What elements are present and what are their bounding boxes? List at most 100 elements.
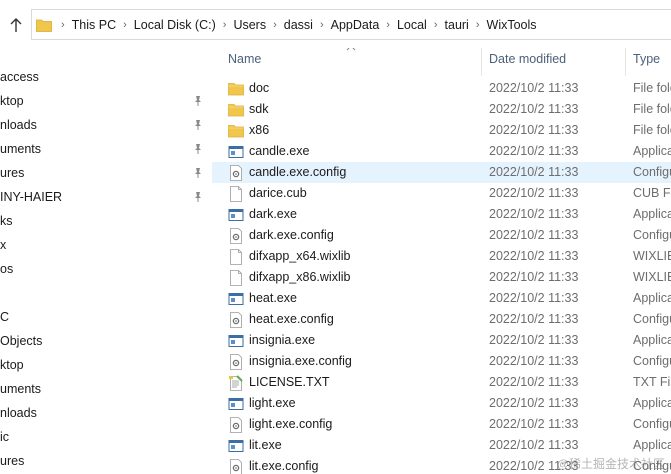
nav-item[interactable]: nloads xyxy=(0,114,37,136)
breadcrumb-chevron-icon[interactable]: › xyxy=(123,19,127,31)
nav-item-label: os xyxy=(0,262,14,276)
nav-item[interactable]: C xyxy=(0,306,9,328)
file-date-modified: 2022/10/2 11:33 xyxy=(489,102,579,116)
table-row[interactable]: light.exe.config 2022/10/2 11:33 Configu xyxy=(212,414,671,435)
column-date-modified[interactable]: Date modified xyxy=(489,52,566,66)
nav-item-label: x xyxy=(0,238,7,252)
breadcrumb-item[interactable]: This PC xyxy=(72,18,116,32)
nav-item[interactable]: Objects xyxy=(0,330,42,352)
file-type: Configu xyxy=(633,417,671,431)
breadcrumb-item[interactable]: Local xyxy=(397,18,427,32)
nav-item-label: ures xyxy=(0,166,25,180)
file-type: File fold xyxy=(633,102,671,116)
breadcrumb-item[interactable]: WixTools xyxy=(487,18,537,32)
nav-item[interactable]: uments xyxy=(0,138,41,160)
config-icon xyxy=(230,459,242,474)
nav-item-label: uments xyxy=(0,382,41,396)
breadcrumb-chevron-icon[interactable]: › xyxy=(476,19,480,31)
table-row[interactable]: dark.exe 2022/10/2 11:33 Applicat xyxy=(212,204,671,225)
file-date-modified: 2022/10/2 11:33 xyxy=(489,249,579,263)
nav-item-label: ures xyxy=(0,454,25,468)
table-row[interactable]: candle.exe 2022/10/2 11:33 Applicat xyxy=(212,141,671,162)
file-date-modified: 2022/10/2 11:33 xyxy=(489,270,579,284)
file-date-modified: 2022/10/2 11:33 xyxy=(489,417,579,431)
file-date-modified: 2022/10/2 11:33 xyxy=(489,291,579,305)
file-name: candle.exe xyxy=(249,144,310,158)
file-type: Applicat xyxy=(633,291,671,305)
address-bar[interactable]: › This PC › Local Disk (C:) › Users › dassi › App… xyxy=(31,9,671,40)
nav-item-label: nloads xyxy=(0,118,37,132)
up-button[interactable] xyxy=(6,14,26,36)
breadcrumb-chevron-icon[interactable]: › xyxy=(320,19,324,31)
nav-item[interactable]: ktop xyxy=(0,354,24,376)
table-row[interactable]: dark.exe.config 2022/10/2 11:33 Configu xyxy=(212,225,671,246)
nav-item[interactable]: ks xyxy=(0,210,13,232)
breadcrumb-item[interactable]: AppData xyxy=(331,18,380,32)
nav-item-label: access xyxy=(0,70,39,84)
column-type[interactable]: Type xyxy=(633,52,660,66)
exe-icon xyxy=(228,146,244,158)
exe-icon xyxy=(228,335,244,347)
breadcrumb-chevron-icon[interactable]: › xyxy=(386,19,390,31)
file-name: insignia.exe.config xyxy=(249,354,352,368)
file-name: heat.exe.config xyxy=(249,312,334,326)
nav-item[interactable]: ktop xyxy=(0,90,24,112)
file-name: darice.cub xyxy=(249,186,307,200)
config-icon xyxy=(230,354,242,370)
table-row[interactable]: darice.cub 2022/10/2 11:33 CUB File xyxy=(212,183,671,204)
breadcrumb-item[interactable]: Users xyxy=(233,18,266,32)
txt-icon xyxy=(229,375,243,391)
folder-icon xyxy=(36,19,52,32)
file-name: x86 xyxy=(249,123,270,137)
nav-item[interactable]: x xyxy=(0,234,6,256)
nav-item[interactable]: os xyxy=(0,258,13,280)
table-row[interactable]: heat.exe.config 2022/10/2 11:33 Configu xyxy=(212,309,671,330)
nav-item[interactable]: INY-HAIER xyxy=(0,186,62,208)
nav-item[interactable]: ic xyxy=(0,426,9,448)
table-row[interactable]: LICENSE.TXT 2022/10/2 11:33 TXT File xyxy=(212,372,671,393)
file-icon xyxy=(230,249,242,265)
breadcrumb-item[interactable]: dassi xyxy=(284,18,313,32)
nav-item[interactable]: ures xyxy=(0,450,24,472)
nav-item-label: INY-HAIER xyxy=(0,190,63,204)
breadcrumb-chevron-icon[interactable]: › xyxy=(61,19,65,31)
file-type: TXT File xyxy=(633,375,671,389)
breadcrumb-chevron-icon[interactable]: › xyxy=(434,19,438,31)
column-divider[interactable] xyxy=(625,48,626,76)
file-type: Applicat xyxy=(633,396,671,410)
table-row[interactable]: difxapp_x86.wixlib 2022/10/2 11:33 WIXLIB xyxy=(212,267,671,288)
nav-item-label: nloads xyxy=(0,406,37,420)
nav-item[interactable]: access xyxy=(0,66,39,88)
table-row[interactable]: light.exe 2022/10/2 11:33 Applicat xyxy=(212,393,671,414)
folder-icon xyxy=(228,104,244,117)
file-name: heat.exe xyxy=(249,291,297,305)
breadcrumb-item[interactable]: tauri xyxy=(445,18,469,32)
table-row[interactable]: doc 2022/10/2 11:33 File fold xyxy=(212,78,671,99)
navigation-pane: access ktop nloads uments ures INY-HAIER ks x os… xyxy=(0,48,212,474)
table-row[interactable]: insignia.exe.config 2022/10/2 11:33 Config… xyxy=(212,351,671,372)
table-row[interactable]: insignia.exe 2022/10/2 11:33 Applicat xyxy=(212,330,671,351)
table-row[interactable]: lit.exe 2022/10/2 11:33 Applicat xyxy=(212,435,671,456)
table-row[interactable]: sdk 2022/10/2 11:33 File fold xyxy=(212,99,671,120)
table-row[interactable]: difxapp_x64.wixlib 2022/10/2 11:33 WIXLIB xyxy=(212,246,671,267)
table-row[interactable]: heat.exe 2022/10/2 11:33 Applicat xyxy=(212,288,671,309)
file-date-modified: 2022/10/2 11:33 xyxy=(489,165,579,179)
file-date-modified: 2022/10/2 11:33 xyxy=(489,207,579,221)
column-divider[interactable] xyxy=(481,48,482,76)
nav-item[interactable]: ures xyxy=(0,162,24,184)
table-row[interactable]: x86 2022/10/2 11:33 File fold xyxy=(212,120,671,141)
nav-item[interactable]: nloads xyxy=(0,402,37,424)
file-date-modified: 2022/10/2 11:33 xyxy=(489,354,579,368)
breadcrumb-chevron-icon[interactable]: › xyxy=(223,19,227,31)
watermark: @稀土掘金技术社区 xyxy=(556,457,665,471)
file-name: light.exe xyxy=(249,396,296,410)
config-icon xyxy=(230,165,242,181)
column-name[interactable]: Name xyxy=(228,52,261,66)
file-date-modified: 2022/10/2 11:33 xyxy=(489,396,579,410)
breadcrumb-chevron-icon[interactable]: › xyxy=(273,19,277,31)
address-row: › This PC › Local Disk (C:) › Users › dassi › App… xyxy=(0,0,671,48)
table-row[interactable]: candle.exe.config 2022/10/2 11:33 Configu xyxy=(212,162,671,183)
nav-item[interactable]: uments xyxy=(0,378,41,400)
breadcrumb-item[interactable]: Local Disk (C:) xyxy=(134,18,216,32)
config-icon xyxy=(230,417,242,433)
